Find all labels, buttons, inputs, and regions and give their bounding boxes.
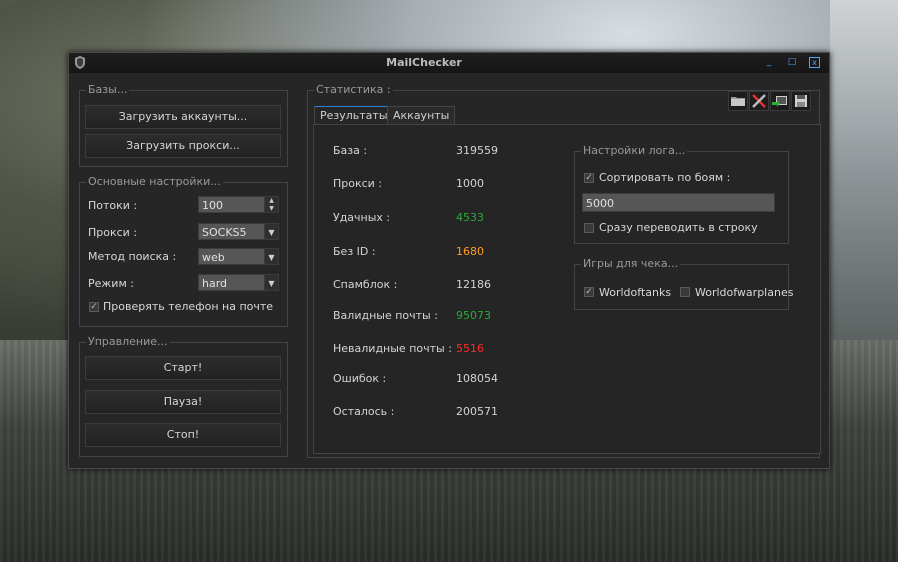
threads-spinbox[interactable]: 100 ▲ ▼	[198, 196, 279, 213]
stat-invalid-value: 5516	[456, 342, 484, 355]
worldofwarplanes-label: Worldofwarplanes	[695, 286, 794, 299]
games-title: Игры для чека...	[581, 257, 681, 270]
stat-base-value: 319559	[456, 144, 498, 157]
desktop-background-mountain	[830, 0, 898, 360]
check-phone-label: Проверять телефон на почте	[103, 300, 274, 313]
search-method-select[interactable]: web ▼	[198, 248, 279, 265]
tools-button[interactable]	[749, 91, 769, 111]
stat-spamblock-value: 12186	[456, 278, 491, 291]
check-phone-checkbox[interactable]: ✓	[89, 302, 99, 312]
control-group-title: Управление...	[86, 335, 170, 348]
stat-valid-label: Валидные почты :	[333, 309, 438, 322]
open-folder-button[interactable]	[728, 91, 748, 111]
proxy-type-select[interactable]: SOCKS5 ▼	[198, 223, 279, 240]
minimize-button[interactable]: _	[763, 56, 775, 68]
search-method-label: Метод поиска :	[88, 250, 177, 263]
worldofwarplanes-checkbox[interactable]	[680, 287, 690, 297]
load-proxy-button[interactable]: Загрузить прокси...	[85, 134, 281, 158]
stop-button[interactable]: Стоп!	[85, 423, 281, 447]
pause-button[interactable]: Пауза!	[85, 390, 281, 414]
sort-by-battles-label: Сортировать по боям :	[599, 171, 731, 184]
stat-proxy-label: Прокси :	[333, 177, 383, 190]
worldoftanks-label: Worldoftanks	[599, 286, 672, 299]
inline-checkbox[interactable]	[584, 223, 594, 233]
spin-down-icon[interactable]: ▼	[265, 205, 278, 213]
chevron-down-icon[interactable]: ▼	[264, 249, 278, 264]
folder-icon	[731, 97, 745, 106]
stat-noid-value: 1680	[456, 245, 484, 258]
mode-value: hard	[202, 277, 228, 290]
mode-select[interactable]: hard ▼	[198, 274, 279, 291]
start-button[interactable]: Старт!	[85, 356, 281, 380]
stat-errors-label: Ошибок :	[333, 372, 387, 385]
save-icon	[795, 95, 807, 107]
threads-value: 100	[202, 199, 223, 212]
save-button[interactable]	[791, 91, 811, 111]
stat-spamblock-label: Спамблок :	[333, 278, 398, 291]
settings-group-title: Основные настройки...	[86, 175, 223, 188]
stat-noid-label: Без ID :	[333, 245, 376, 258]
maximize-button[interactable]: □	[786, 56, 798, 68]
title-bar[interactable]: MailChecker _ □ x	[69, 53, 829, 73]
chevron-down-icon[interactable]: ▼	[264, 224, 278, 239]
log-settings-title: Настройки лога...	[581, 144, 688, 157]
bases-group-title: Базы...	[86, 83, 130, 96]
battles-count-input[interactable]: 5000	[582, 193, 775, 212]
chevron-down-icon[interactable]: ▼	[264, 275, 278, 290]
stat-remaining-value: 200571	[456, 405, 498, 418]
window-title: MailChecker	[386, 56, 462, 69]
stat-proxy-value: 1000	[456, 177, 484, 190]
mailchecker-window: MailChecker _ □ x Базы... Загрузить акка…	[68, 52, 830, 469]
stat-valid-value: 95073	[456, 309, 491, 322]
export-button[interactable]	[770, 91, 790, 111]
close-button[interactable]: x	[809, 57, 820, 68]
threads-label: Потоки :	[88, 199, 138, 212]
proxy-type-value: SOCKS5	[202, 226, 247, 239]
stat-invalid-label: Невалидные почты :	[333, 342, 452, 355]
mode-label: Режим :	[88, 277, 134, 290]
worldoftanks-checkbox[interactable]: ✓	[584, 287, 594, 297]
export-icon	[772, 96, 787, 107]
stat-errors-value: 108054	[456, 372, 498, 385]
threads-spin-buttons[interactable]: ▲ ▼	[264, 197, 278, 212]
spin-up-icon[interactable]: ▲	[265, 197, 278, 205]
sort-by-battles-checkbox[interactable]: ✓	[584, 173, 594, 183]
stat-remaining-label: Осталось :	[333, 405, 395, 418]
search-method-value: web	[202, 251, 225, 264]
load-accounts-button[interactable]: Загрузить аккаунты...	[85, 105, 281, 129]
inline-label: Сразу переводить в строку	[599, 221, 758, 234]
statistics-group-title: Статистика :	[314, 83, 393, 96]
stat-base-label: База :	[333, 144, 368, 157]
tab-results[interactable]: Результаты	[314, 106, 394, 125]
tab-accounts[interactable]: Аккаунты	[387, 106, 456, 125]
stat-success-value: 4533	[456, 211, 484, 224]
stat-success-label: Удачных :	[333, 211, 391, 224]
tools-icon	[752, 94, 766, 108]
proxy-label: Прокси :	[88, 226, 138, 239]
